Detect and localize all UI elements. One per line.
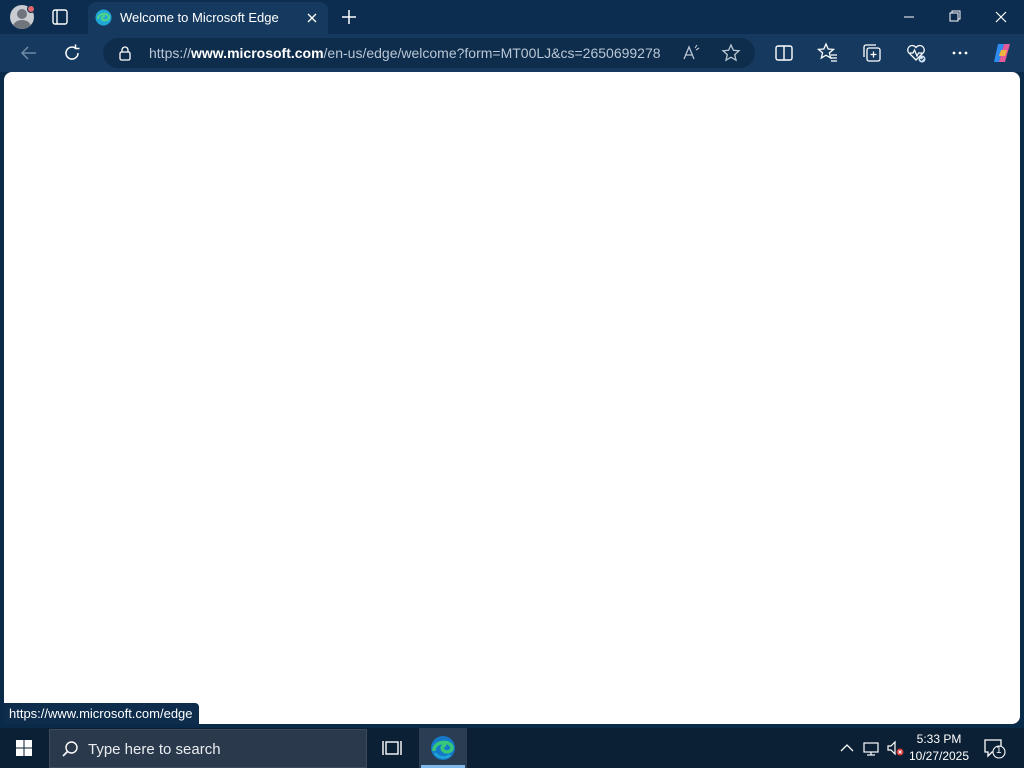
read-aloud-icon[interactable] [681, 43, 701, 63]
copilot-icon[interactable] [990, 41, 1014, 65]
minimize-icon[interactable] [886, 0, 932, 34]
taskbar-search-box[interactable]: Type here to search [49, 729, 367, 768]
tab-actions-icon[interactable] [49, 6, 71, 28]
clock-date: 10/27/2025 [908, 749, 970, 763]
task-view-icon[interactable] [380, 736, 404, 760]
address-bar[interactable]: https://www.microsoft.com/en-us/edge/wel… [103, 38, 755, 68]
close-tab-icon[interactable] [304, 10, 320, 26]
network-icon[interactable] [862, 739, 880, 757]
browser-essentials-icon[interactable] [904, 41, 928, 65]
url-text[interactable]: https://www.microsoft.com/en-us/edge/wel… [149, 45, 661, 61]
refresh-icon[interactable] [60, 41, 84, 65]
search-icon [61, 740, 79, 758]
lock-icon[interactable] [117, 45, 133, 61]
navigation-toolbar: https://www.microsoft.com/en-us/edge/wel… [0, 34, 1024, 72]
active-tab[interactable]: Welcome to Microsoft Edge [88, 2, 328, 34]
taskbar: Type here to search 5:33 PM 10/27/2025 1 [0, 728, 1024, 768]
tab-title: Welcome to Microsoft Edge [120, 10, 279, 25]
notification-count: 1 [996, 745, 1002, 756]
more-options-icon[interactable] [948, 41, 972, 65]
search-placeholder: Type here to search [88, 741, 221, 758]
back-icon[interactable] [17, 41, 41, 65]
new-tab-icon[interactable] [339, 7, 359, 27]
favorites-icon[interactable] [816, 41, 840, 65]
edge-taskbar-icon[interactable] [419, 728, 467, 768]
page-content[interactable] [4, 72, 1020, 724]
profile-notification-dot [27, 5, 35, 13]
close-icon[interactable] [978, 0, 1024, 34]
maximize-icon[interactable] [932, 0, 978, 34]
notification-icon[interactable]: 1 [982, 737, 1006, 759]
edge-favicon-icon [95, 9, 112, 26]
windows-start-icon[interactable] [0, 728, 48, 768]
split-screen-icon[interactable] [772, 41, 796, 65]
volume-muted-icon[interactable] [886, 739, 904, 757]
clock-time: 5:33 PM [916, 732, 962, 746]
chevron-up-icon[interactable] [838, 739, 856, 757]
system-clock[interactable]: 5:33 PM 10/27/2025 [905, 731, 973, 765]
status-bar-link: https://www.microsoft.com/edge [4, 703, 199, 724]
collections-icon[interactable] [860, 41, 884, 65]
title-bar: Welcome to Microsoft Edge [0, 0, 1024, 34]
favorite-star-icon[interactable] [721, 43, 741, 63]
